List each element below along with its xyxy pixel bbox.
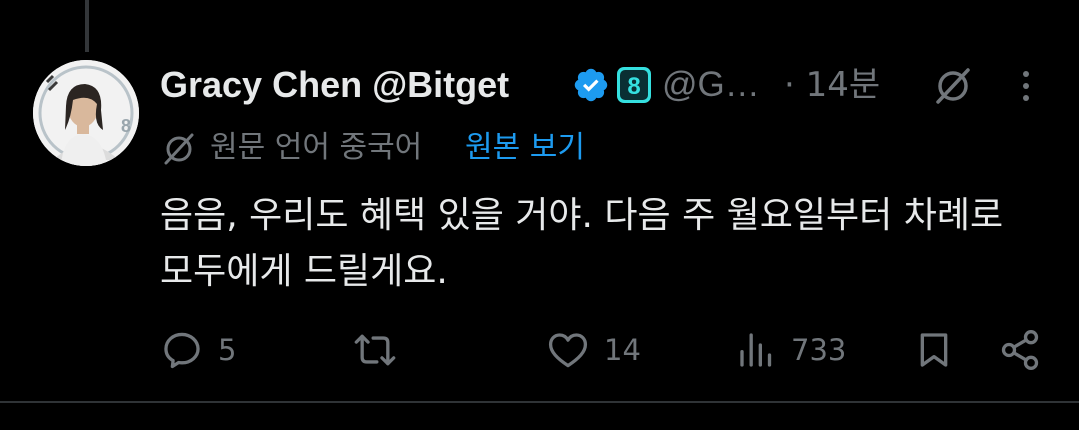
tweet-text: 음음, 우리도 혜택 있을 거야. 다음 주 월요일부터 차례로 모두에게 드릴… xyxy=(160,188,1060,300)
translate-icon xyxy=(164,133,194,165)
retweet-button[interactable] xyxy=(352,326,398,374)
tweet-header: Gracy Chen @Bitget 8 @G… · 14분 xyxy=(160,60,1060,110)
display-name[interactable]: Gracy Chen @Bitget xyxy=(160,62,509,108)
reply-icon xyxy=(164,332,200,369)
avatar[interactable]: 8 xyxy=(33,60,139,166)
tweet-divider xyxy=(0,401,1079,403)
bitget-affiliate-icon[interactable]: 8 xyxy=(616,66,652,104)
reply-button[interactable]: 5 xyxy=(160,326,236,374)
view-count: 733 xyxy=(791,333,847,367)
timestamp-value: 14분 xyxy=(805,65,881,105)
heart-icon xyxy=(548,333,588,368)
more-icon[interactable] xyxy=(1016,68,1036,104)
retweet-icon xyxy=(354,334,396,366)
translation-note: 원문 언어 중국어 xyxy=(210,130,423,165)
bookmark-button[interactable] xyxy=(914,326,954,374)
translation-row: 원문 언어 중국어 원본 보기 xyxy=(160,128,860,168)
affiliate-badge-label: 8 xyxy=(627,73,640,100)
tweet-text-line: 모두에게 드릴게요. xyxy=(160,251,448,292)
reply-count: 5 xyxy=(218,333,237,367)
verified-badge-icon[interactable] xyxy=(572,66,610,104)
like-button[interactable]: 14 xyxy=(546,326,641,374)
grok-icon[interactable] xyxy=(933,66,973,106)
like-count: 14 xyxy=(604,333,641,367)
share-button[interactable] xyxy=(998,326,1042,374)
thread-connector-line xyxy=(85,0,89,52)
svg-text:8: 8 xyxy=(121,116,131,136)
views-icon xyxy=(740,333,772,367)
show-original-link[interactable]: 원본 보기 xyxy=(465,128,585,168)
bookmark-icon xyxy=(920,333,948,367)
action-bar: 5 14 733 xyxy=(0,326,1079,374)
tweet-text-line: 음음, 우리도 혜택 있을 거야. 다음 주 월요일부터 차례로 xyxy=(160,195,1004,236)
user-handle[interactable]: @G… xyxy=(662,62,760,108)
share-icon xyxy=(1001,330,1039,370)
views-button[interactable]: 733 xyxy=(737,326,846,374)
timestamp[interactable]: · 14분 xyxy=(784,62,880,108)
separator-dot: · xyxy=(784,65,795,105)
